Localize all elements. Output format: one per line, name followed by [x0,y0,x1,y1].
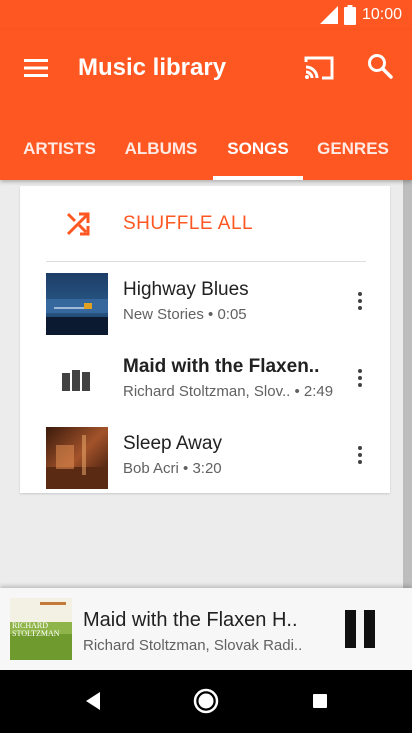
tab-songs[interactable]: SONGS [213,126,303,180]
home-button[interactable] [191,686,221,716]
songs-list-area: SHUFFLE ALL Highway Blues New Stories • … [0,180,412,588]
music-library-screen: 10:00 Music library ARTISTS ALBUMS SONGS… [0,0,412,733]
song-title: Maid with the Flaxen.. [123,356,320,377]
back-icon [86,692,100,710]
now-playing-indicator [46,350,108,412]
song-row-highway-blues[interactable]: Highway Blues New Stories • 0:05 [20,265,390,341]
app-bar: Music library ARTISTS ALBUMS SONGS GENRE… [0,30,412,180]
status-time: 10:00 [361,6,402,23]
system-navigation-bar [0,670,412,733]
pause-button[interactable] [343,610,377,648]
cast-icon [304,56,334,80]
art-text-line2: STOLTZMAN [12,629,60,638]
active-tab-indicator [213,176,303,180]
menu-icon [24,59,48,77]
album-cover [46,427,108,489]
tab-artists[interactable]: ARTISTS [12,126,107,180]
more-options-button[interactable] [350,366,370,394]
now-playing-title: Maid with the Flaxen H.. [83,609,298,631]
cast-button[interactable] [303,54,335,82]
now-playing-subtitle: Richard Stoltzman, Slovak Radi.. [83,637,303,654]
tab-albums[interactable]: ALBUMS [115,126,207,180]
divider [46,261,366,262]
song-row-maid-with-the-flaxen[interactable]: Maid with the Flaxen.. Richard Stoltzman… [20,342,390,418]
battery-icon [343,5,356,25]
status-icons: 10:00 [319,5,402,25]
signal-icon [319,6,338,24]
song-row-sleep-away[interactable]: Sleep Away Bob Acri • 3:20 [20,419,390,495]
tab-genres[interactable]: GENRES [310,126,396,180]
search-button[interactable] [366,52,394,80]
home-icon [193,688,219,714]
song-title: Highway Blues [123,279,249,300]
shuffle-icon [66,212,90,236]
song-subtitle: Bob Acri • 3:20 [123,460,222,477]
more-options-button[interactable] [350,289,370,317]
tab-bar: ARTISTS ALBUMS SONGS GENRES [0,126,412,180]
album-cover [46,273,108,335]
equalizer-icon [62,370,90,391]
more-vert-icon [358,292,362,296]
search-icon [368,54,393,79]
now-playing-album-cover: RICHARD STOLTZMAN [10,598,72,660]
recents-button[interactable] [305,686,335,716]
more-vert-icon [358,369,362,373]
status-bar: 10:00 [0,0,412,30]
back-button[interactable] [78,686,108,716]
recents-icon [313,694,327,708]
song-subtitle: New Stories • 0:05 [123,306,247,323]
more-options-button[interactable] [350,443,370,471]
song-title: Sleep Away [123,433,222,454]
more-vert-icon [358,446,362,450]
now-playing-bar[interactable]: RICHARD STOLTZMAN Maid with the Flaxen H… [0,588,412,670]
shuffle-all-label: SHUFFLE ALL [123,213,254,234]
menu-button[interactable] [22,56,50,80]
songs-card: SHUFFLE ALL Highway Blues New Stories • … [20,186,390,493]
scrollbar[interactable] [403,180,412,588]
page-title: Music library [78,54,227,81]
song-subtitle: Richard Stoltzman, Slov.. • 2:49 [123,383,334,400]
shuffle-all-button[interactable]: SHUFFLE ALL [20,186,390,262]
